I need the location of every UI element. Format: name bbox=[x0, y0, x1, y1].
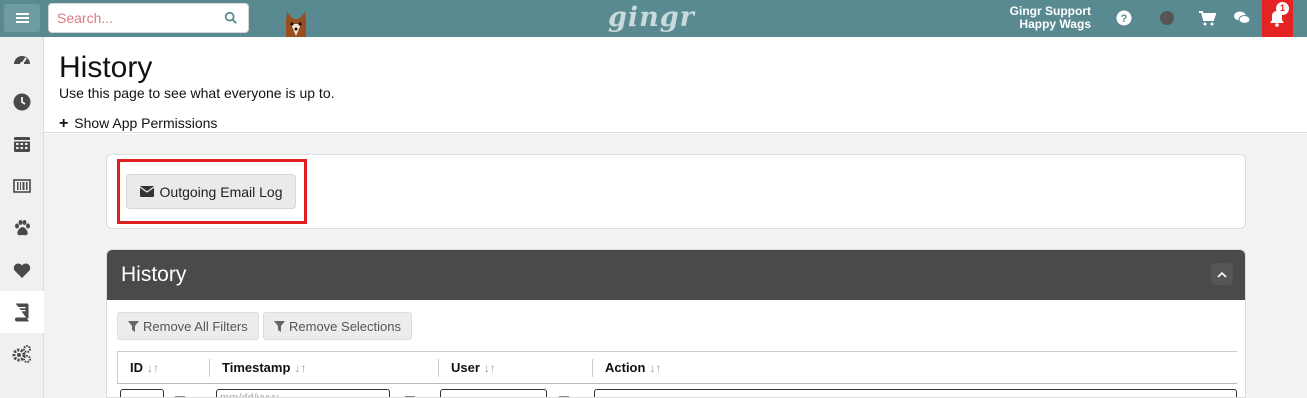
sidebar bbox=[0, 37, 44, 398]
speedometer-icon bbox=[14, 56, 30, 66]
main-content: History Use this page to see what everyo… bbox=[44, 37, 1307, 398]
envelope-icon bbox=[139, 186, 154, 197]
gingr-logo: gingr bbox=[608, 2, 695, 33]
svg-text:?: ? bbox=[1121, 13, 1128, 25]
column-divider bbox=[209, 359, 210, 377]
top-navbar: gingr Gingr Support Happy Wags ? 1 bbox=[0, 0, 1307, 37]
search-box[interactable] bbox=[48, 3, 249, 33]
filter-icon bbox=[274, 320, 285, 332]
remove-all-filters-button[interactable]: Remove All Filters bbox=[117, 312, 259, 340]
show-app-permissions-link[interactable]: + Show App Permissions bbox=[59, 115, 217, 133]
sidebar-item-favorites[interactable] bbox=[0, 249, 44, 291]
sort-icon: ↓↑ bbox=[147, 361, 159, 375]
sidebar-item-pets[interactable] bbox=[0, 207, 44, 249]
remove-all-filters-label: Remove All Filters bbox=[143, 318, 248, 334]
sort-icon: ↓↑ bbox=[294, 361, 307, 375]
column-header-timestamp[interactable]: Timestamp ↓↑ bbox=[222, 360, 306, 375]
sort-icon: ↓↑ bbox=[483, 361, 496, 375]
sidebar-item-settings[interactable] bbox=[0, 333, 44, 375]
chat-icon[interactable] bbox=[1233, 9, 1251, 27]
calendar-icon bbox=[14, 137, 30, 152]
status-indicator[interactable] bbox=[1160, 11, 1174, 25]
plus-icon: + bbox=[59, 115, 69, 132]
id-filter-input[interactable] bbox=[120, 389, 164, 397]
sidebar-item-barcode[interactable] bbox=[0, 165, 44, 207]
menu-icon bbox=[15, 17, 29, 19]
heart-icon bbox=[13, 263, 31, 278]
action-filter-input[interactable] bbox=[594, 389, 1237, 397]
chevron-up-icon bbox=[1217, 271, 1227, 278]
timestamp-filter-input[interactable]: mm/dd/yyyy bbox=[216, 389, 390, 397]
page-subtitle: Use this page to see what everyone is up… bbox=[59, 85, 335, 101]
paw-icon bbox=[15, 220, 30, 236]
column-header-user[interactable]: User ↓↑ bbox=[451, 360, 496, 375]
column-divider bbox=[438, 359, 439, 377]
notifications-button[interactable]: 1 bbox=[1262, 0, 1293, 37]
book-icon bbox=[15, 303, 29, 322]
sort-icon: ↓↑ bbox=[649, 361, 662, 375]
sidebar-item-calendar[interactable] bbox=[0, 123, 44, 165]
notification-count-badge: 1 bbox=[1276, 2, 1289, 15]
search-icon[interactable] bbox=[224, 11, 238, 25]
column-header-action[interactable]: Action ↓↑ bbox=[605, 360, 661, 375]
cart-icon[interactable] bbox=[1198, 9, 1216, 27]
barcode-icon bbox=[13, 179, 31, 193]
clock-icon bbox=[13, 93, 31, 111]
filter-row: mm/dd/yyyy bbox=[117, 384, 1237, 397]
location-name: Happy Wags bbox=[1019, 17, 1091, 31]
dog-mascot-icon bbox=[286, 12, 306, 37]
history-panel: History Remove All Filters Remove Select… bbox=[106, 249, 1246, 398]
gears-icon bbox=[12, 345, 31, 363]
help-icon[interactable]: ? bbox=[1115, 9, 1133, 27]
search-input[interactable] bbox=[49, 4, 219, 32]
user-filter-input[interactable] bbox=[440, 389, 547, 397]
sidebar-item-dashboard[interactable] bbox=[0, 39, 44, 81]
page-title: History bbox=[59, 51, 153, 84]
history-panel-title: History bbox=[121, 263, 187, 286]
permissions-link-label: Show App Permissions bbox=[74, 115, 218, 131]
outgoing-email-log-button[interactable]: Outgoing Email Log bbox=[126, 174, 296, 209]
remove-selections-label: Remove Selections bbox=[289, 318, 401, 334]
collapse-button[interactable] bbox=[1211, 263, 1233, 285]
user-info[interactable]: Gingr Support Happy Wags bbox=[1010, 5, 1091, 31]
page-header: History Use this page to see what everyo… bbox=[44, 37, 1307, 133]
history-panel-header: History bbox=[107, 250, 1245, 300]
history-table-header: ID ↓↑ Timestamp ↓↑ User ↓↑ Action ↓↑ bbox=[117, 351, 1237, 384]
filter-icon bbox=[128, 320, 139, 332]
email-log-label: Outgoing Email Log bbox=[159, 183, 283, 200]
column-divider bbox=[592, 359, 593, 377]
column-header-id[interactable]: ID ↓↑ bbox=[130, 360, 159, 375]
remove-selections-button[interactable]: Remove Selections bbox=[263, 312, 412, 340]
menu-toggle-button[interactable] bbox=[4, 4, 40, 32]
sidebar-item-history[interactable] bbox=[0, 291, 44, 333]
sidebar-item-clock[interactable] bbox=[0, 81, 44, 123]
